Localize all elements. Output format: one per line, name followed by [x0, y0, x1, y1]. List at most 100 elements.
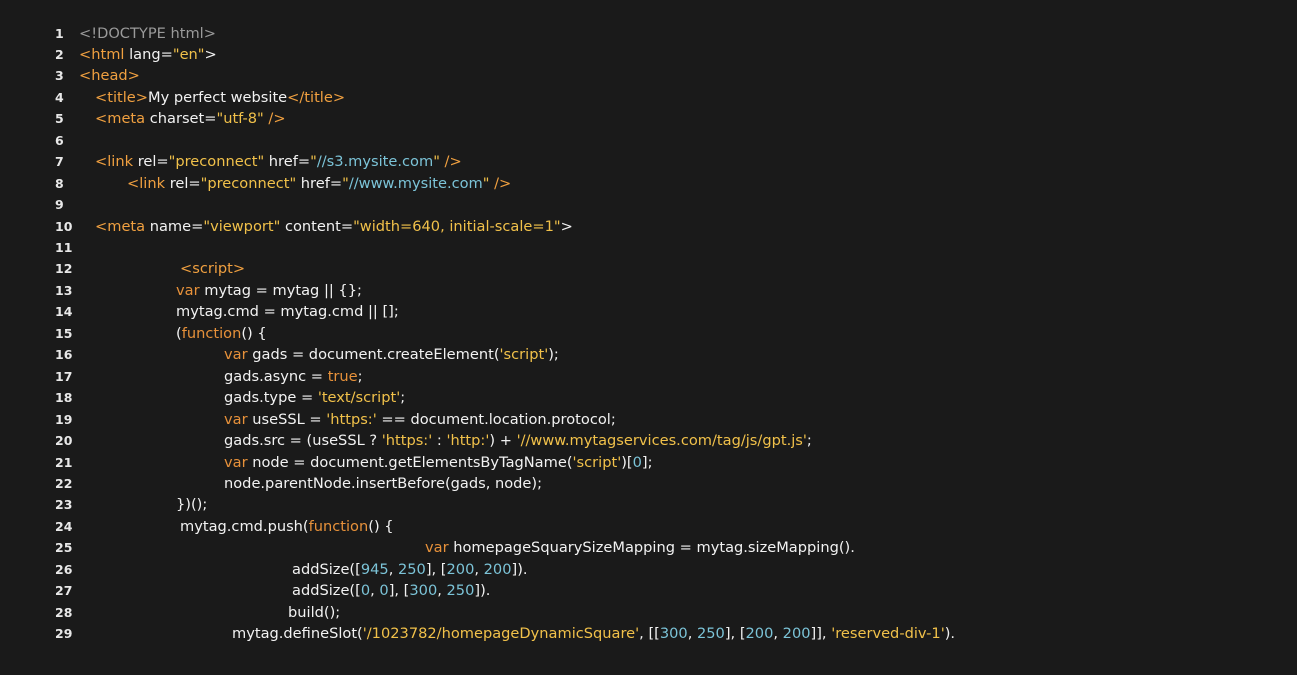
- code-text[interactable]: mytag.cmd.push(function() {: [180, 516, 394, 537]
- code-token: ], [: [724, 625, 746, 643]
- code-token: 250: [696, 625, 725, 643]
- code-text[interactable]: gads.src = (useSSL ? 'https:' : 'http:')…: [224, 430, 812, 451]
- code-token: <html: [79, 45, 130, 63]
- code-text[interactable]: <title>My perfect website</title>: [95, 87, 345, 108]
- code-line: 15 (function() {: [0, 323, 1297, 344]
- code-token: addSize([: [292, 582, 361, 600]
- line-number: 12: [55, 261, 73, 277]
- code-token: 'https:': [326, 410, 377, 428]
- code-token: gads.src = (useSSL ?: [224, 432, 382, 450]
- code-token: var: [224, 453, 248, 471]
- code-text[interactable]: gads.async = true;: [224, 366, 363, 387]
- code-token: <meta: [95, 217, 150, 235]
- code-token: My perfect website: [148, 88, 288, 106]
- code-line: 10 <meta name="viewport" content="width=6…: [0, 216, 1297, 237]
- code-token: ": [310, 153, 317, 171]
- code-token: '//www.mytagservices.com/tag/js/gpt.js': [516, 432, 807, 450]
- code-token: <meta: [95, 110, 150, 128]
- code-text[interactable]: gads.type = 'text/script';: [224, 387, 405, 408]
- code-token: ,: [370, 582, 380, 600]
- code-token: ,: [474, 560, 484, 578]
- code-token: href=: [296, 174, 343, 192]
- code-editor[interactable]: 1 <!DOCTYPE html> 2 <html lang="en"> 3 <head>…: [0, 0, 1297, 675]
- code-token: ) +: [489, 432, 517, 450]
- code-token: />: [439, 153, 462, 171]
- code-token: '/1023782/homepageDynamicSquare': [362, 625, 640, 643]
- code-line: 25 var homepageSquarySizeMapping = mytag.…: [0, 537, 1297, 558]
- code-token: addSize([: [292, 560, 361, 578]
- code-token: 200: [782, 625, 811, 643]
- line-number: 21: [55, 454, 73, 470]
- code-token: 945: [360, 560, 389, 578]
- line-number: 22: [55, 475, 73, 491]
- code-text[interactable]: <head>: [79, 65, 140, 86]
- code-text[interactable]: <!DOCTYPE html>: [79, 23, 216, 44]
- code-text[interactable]: var useSSL = 'https:' == document.locati…: [224, 409, 616, 430]
- code-token: () {: [368, 517, 394, 535]
- code-token: "preconnect": [168, 153, 265, 171]
- line-number: 5: [55, 111, 64, 127]
- code-line: 28 build();: [0, 602, 1297, 623]
- code-token: useSSL =: [247, 410, 327, 428]
- code-text[interactable]: <meta name="viewport" content="width=640…: [95, 216, 573, 237]
- code-token: true: [327, 367, 358, 385]
- code-text[interactable]: node.parentNode.insertBefore(gads, node)…: [224, 473, 542, 494]
- code-token: "en": [172, 45, 205, 63]
- code-token: "width=640, initial-scale=1": [353, 217, 561, 235]
- line-number: 16: [55, 347, 73, 363]
- code-token: lang=: [129, 45, 173, 63]
- code-token: "preconnect": [200, 174, 297, 192]
- line-number: 25: [55, 540, 73, 556]
- line-number: 26: [55, 561, 73, 577]
- code-token: gads.async =: [224, 367, 328, 385]
- code-text[interactable]: })();: [176, 494, 207, 515]
- code-token: ": [342, 174, 349, 192]
- line-number: 10: [55, 218, 73, 234]
- code-token: mytag.cmd.push(: [180, 517, 309, 535]
- code-token: name=: [149, 217, 204, 235]
- code-text[interactable]: var homepageSquarySizeMapping = mytag.si…: [425, 537, 855, 558]
- code-token: ]],: [810, 625, 832, 643]
- code-token: mytag = mytag || {};: [199, 281, 362, 299]
- code-token: 'reserved-div-1': [831, 625, 945, 643]
- code-text[interactable]: var mytag = mytag || {};: [176, 280, 362, 301]
- code-line: 27 addSize([0, 0], [300, 250]).: [0, 580, 1297, 601]
- code-token: ]).: [474, 582, 491, 600]
- code-token: "utf-8": [216, 110, 264, 128]
- code-text[interactable]: mytag.defineSlot('/1023782/homepageDynam…: [232, 623, 955, 644]
- line-number: 14: [55, 304, 73, 320]
- code-token: <script>: [180, 260, 246, 278]
- code-text[interactable]: <link rel="preconnect" href="//www.mysit…: [127, 173, 511, 194]
- code-line: 12 <script>: [0, 258, 1297, 279]
- line-number: 11: [55, 240, 73, 255]
- code-text[interactable]: build();: [288, 602, 340, 623]
- code-text[interactable]: <meta charset="utf-8" />: [95, 108, 286, 129]
- code-token: () {: [241, 324, 267, 342]
- code-token: <link: [127, 174, 170, 192]
- code-text[interactable]: mytag.cmd = mytag.cmd || [];: [176, 301, 399, 322]
- code-text[interactable]: (function() {: [176, 323, 267, 344]
- code-text[interactable]: addSize([0, 0], [300, 250]).: [292, 580, 490, 601]
- code-line: 6: [0, 130, 1297, 151]
- code-token: <title>: [95, 88, 148, 106]
- code-token: ": [433, 153, 440, 171]
- code-token: 'https:': [381, 432, 433, 450]
- code-token: charset=: [149, 110, 217, 128]
- line-number: 20: [55, 433, 73, 449]
- code-token: 'http:': [446, 432, 490, 450]
- code-token: <head>: [79, 67, 140, 85]
- code-text[interactable]: var node = document.getElementsByTagName…: [224, 452, 653, 473]
- code-text[interactable]: var gads = document.createElement('scrip…: [224, 344, 559, 365]
- code-token: == document.location.protocol;: [376, 410, 616, 428]
- code-text[interactable]: <link rel="preconnect" href="//s3.mysite…: [95, 151, 462, 172]
- code-token: :: [432, 432, 447, 450]
- code-text[interactable]: addSize([945, 250], [200, 200]).: [292, 559, 528, 580]
- code-text[interactable]: <html lang="en">: [79, 44, 217, 65]
- code-text[interactable]: <script>: [180, 258, 245, 279]
- code-line: 1 <!DOCTYPE html>: [0, 23, 1297, 44]
- code-token: node.parentNode.insertBefore(gads, node)…: [224, 474, 543, 492]
- line-number: 6: [55, 132, 64, 148]
- code-token: >: [560, 217, 573, 235]
- code-token: <!DOCTYPE html>: [79, 24, 216, 42]
- code-line: 14 mytag.cmd = mytag.cmd || [];: [0, 301, 1297, 322]
